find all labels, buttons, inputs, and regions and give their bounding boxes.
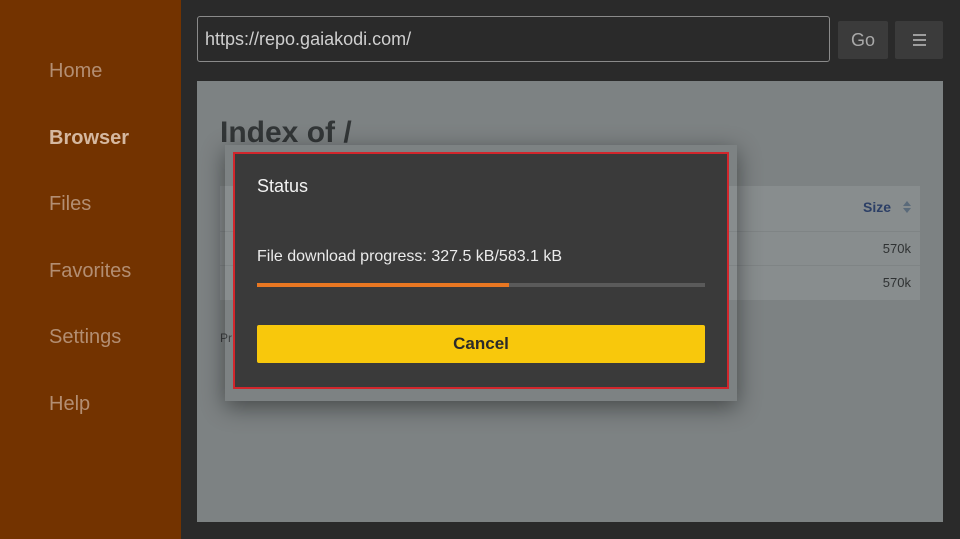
sort-icon[interactable]	[903, 201, 911, 213]
size-column-header[interactable]: Size	[863, 199, 891, 215]
download-progress-bar	[257, 283, 705, 287]
cancel-button[interactable]: Cancel	[257, 325, 705, 363]
sidebar-item-help[interactable]: Help	[49, 392, 90, 416]
sidebar-item-settings[interactable]: Settings	[49, 325, 121, 349]
sidebar-item-browser[interactable]: Browser	[49, 126, 129, 150]
sidebar-item-files[interactable]: Files	[49, 192, 91, 216]
menu-button[interactable]	[895, 21, 943, 59]
download-progress-text: File download progress: 327.5 kB/583.1 k…	[257, 248, 563, 265]
file-size: 570k	[882, 275, 911, 290]
sidebar-item-favorites[interactable]: Favorites	[49, 259, 131, 283]
file-size: 570k	[882, 241, 911, 256]
dialog-title: Status	[257, 176, 309, 196]
downloader-app: Home Browser Files Favorites Settings He…	[0, 0, 960, 539]
go-button[interactable]: Go	[838, 21, 888, 59]
sidebar-item-home[interactable]: Home	[49, 59, 102, 83]
download-progress-fill	[257, 283, 509, 287]
download-status-dialog: Status File download progress: 327.5 kB/…	[233, 152, 729, 389]
sidebar: Home Browser Files Favorites Settings He…	[0, 0, 181, 539]
url-input[interactable]: https://repo.gaiakodi.com/	[197, 16, 830, 62]
